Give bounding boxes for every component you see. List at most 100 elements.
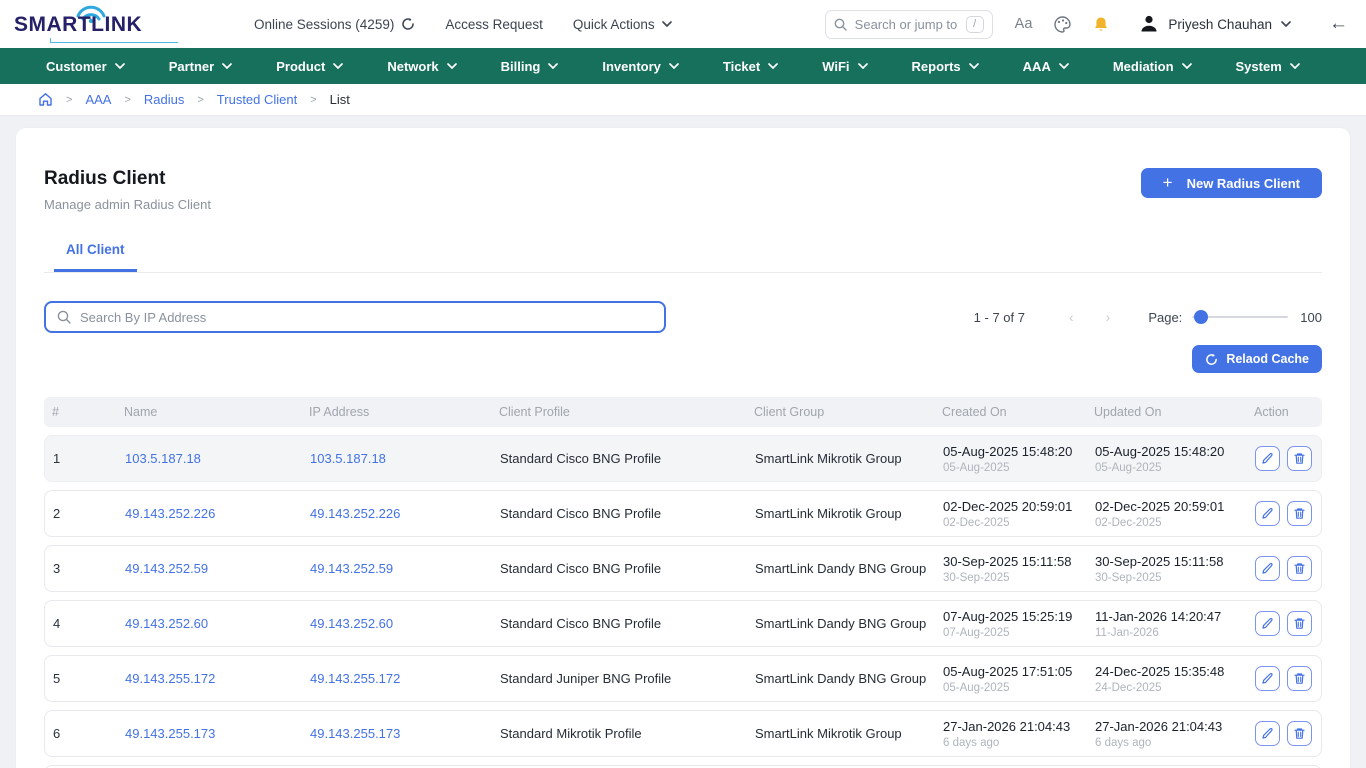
chevron-down-icon [768, 63, 778, 69]
created-on: 30-Sep-2025 15:11:58 30-Sep-2025 [935, 554, 1087, 584]
nav-item-ticket[interactable]: Ticket [705, 48, 796, 84]
refresh-icon[interactable] [401, 17, 415, 31]
slider-thumb[interactable] [1194, 310, 1208, 324]
pencil-icon [1261, 672, 1274, 685]
avatar-icon [1139, 14, 1159, 34]
client-ip-link[interactable]: 49.143.252.60 [302, 616, 492, 631]
user-name: Priyesh Chauhan [1168, 17, 1272, 32]
client-group: SmartLink Dandy BNG Group [747, 561, 935, 576]
notifications-bell-icon[interactable] [1093, 16, 1109, 33]
next-page-button[interactable]: › [1090, 309, 1127, 325]
updated-on: 27-Jan-2026 21:04:43 6 days ago [1087, 719, 1247, 749]
col-header-num: # [44, 405, 116, 419]
edit-button[interactable] [1255, 611, 1280, 636]
edit-button[interactable] [1255, 666, 1280, 691]
nav-item-reports[interactable]: Reports [894, 48, 997, 84]
tab-bar: All Client [44, 242, 1322, 273]
radius-client-card: Radius Client Manage admin Radius Client… [16, 128, 1350, 768]
delete-button[interactable] [1287, 446, 1312, 471]
delete-button[interactable] [1287, 556, 1312, 581]
chevron-down-icon [969, 63, 979, 69]
global-search-input[interactable]: Search or jump to... / [825, 10, 993, 39]
client-ip-link[interactable]: 49.143.252.59 [302, 561, 492, 576]
created-on: 05-Aug-2025 17:51:05 05-Aug-2025 [935, 664, 1087, 694]
breadcrumb-radius[interactable]: Radius [144, 92, 184, 107]
client-group: SmartLink Dandy BNG Group [747, 671, 935, 686]
new-radius-client-button[interactable]: + New Radius Client [1141, 168, 1322, 198]
client-ip-link[interactable]: 49.143.252.226 [302, 506, 492, 521]
back-arrow-button[interactable]: ← [1329, 13, 1348, 35]
edit-button[interactable] [1255, 721, 1280, 746]
pencil-icon [1261, 507, 1274, 520]
client-profile: Standard Cisco BNG Profile [492, 561, 747, 576]
page-size-slider[interactable] [1192, 310, 1288, 324]
nav-item-product[interactable]: Product [258, 48, 361, 84]
quick-actions[interactable]: Quick Actions [573, 17, 672, 32]
access-request-label: Access Request [445, 17, 543, 32]
nav-item-customer[interactable]: Customer [28, 48, 143, 84]
chevron-down-icon [222, 63, 232, 69]
online-sessions-label: Online Sessions (4259) [254, 17, 394, 32]
chevron-down-icon [333, 63, 343, 69]
client-name-link[interactable]: 49.143.252.59 [117, 561, 302, 576]
delete-button[interactable] [1287, 611, 1312, 636]
user-menu[interactable]: Priyesh Chauhan [1139, 14, 1291, 34]
client-name-link[interactable]: 103.5.187.18 [117, 451, 302, 466]
chevron-down-icon [662, 21, 672, 27]
breadcrumb-aaa[interactable]: AAA [85, 92, 111, 107]
client-group: SmartLink Mikrotik Group [747, 726, 935, 741]
access-request[interactable]: Access Request [445, 17, 543, 32]
nav-item-billing[interactable]: Billing [483, 48, 577, 84]
nav-item-aaa[interactable]: AAA [1005, 48, 1087, 84]
breadcrumb-trusted-client[interactable]: Trusted Client [217, 92, 297, 107]
client-name-link[interactable]: 49.143.255.173 [117, 726, 302, 741]
ip-search-input[interactable]: Search By IP Address [44, 301, 666, 333]
table-body: 1 103.5.187.18 103.5.187.18 Standard Cis… [44, 435, 1322, 768]
nav-item-network[interactable]: Network [369, 48, 474, 84]
breadcrumb-separator: > [124, 94, 130, 106]
delete-button[interactable] [1287, 666, 1312, 691]
top-header: SMARTLINK Online Sessions (4259) Access … [0, 0, 1366, 48]
col-header-created: Created On [934, 405, 1086, 419]
delete-button[interactable] [1287, 501, 1312, 526]
online-sessions[interactable]: Online Sessions (4259) [254, 17, 415, 32]
trash-icon [1293, 672, 1306, 685]
nav-item-partner[interactable]: Partner [151, 48, 251, 84]
trash-icon [1293, 507, 1306, 520]
breadcrumb-separator: > [197, 94, 203, 106]
page-title: Radius Client [44, 168, 211, 190]
nav-item-mediation[interactable]: Mediation [1095, 48, 1210, 84]
created-on: 02-Dec-2025 20:59:01 02-Dec-2025 [935, 499, 1087, 529]
client-ip-link[interactable]: 49.143.255.172 [302, 671, 492, 686]
nav-item-inventory[interactable]: Inventory [584, 48, 697, 84]
delete-button[interactable] [1287, 721, 1312, 746]
nav-item-system[interactable]: System [1218, 48, 1318, 84]
pagination-range: 1 - 7 of 7 [974, 310, 1025, 325]
nav-item-wifi[interactable]: WiFi [804, 48, 885, 84]
client-ip-link[interactable]: 103.5.187.18 [302, 451, 492, 466]
chevron-down-icon [447, 63, 457, 69]
client-ip-link[interactable]: 49.143.255.173 [302, 726, 492, 741]
reload-cache-button[interactable]: Relaod Cache [1192, 345, 1322, 373]
smartlink-logo[interactable]: SMARTLINK [14, 4, 210, 44]
client-name-link[interactable]: 49.143.252.226 [117, 506, 302, 521]
home-icon[interactable] [38, 92, 53, 107]
created-on: 07-Aug-2025 15:25:19 07-Aug-2025 [935, 609, 1087, 639]
client-name-link[interactable]: 49.143.252.60 [117, 616, 302, 631]
edit-button[interactable] [1255, 556, 1280, 581]
updated-on: 02-Dec-2025 20:59:01 02-Dec-2025 [1087, 499, 1247, 529]
edit-button[interactable] [1255, 446, 1280, 471]
reload-cache-label: Relaod Cache [1226, 352, 1309, 366]
pagination: 1 - 7 of 7 ‹ › Page: 100 [974, 309, 1322, 325]
edit-button[interactable] [1255, 501, 1280, 526]
table-header: # Name IP Address Client Profile Client … [44, 397, 1322, 427]
text-size-button[interactable]: Aa [1015, 16, 1033, 32]
theme-palette-icon[interactable] [1054, 16, 1071, 33]
col-header-profile: Client Profile [491, 405, 746, 419]
table-row: 5 49.143.255.172 49.143.255.172 Standard… [44, 655, 1322, 702]
chevron-down-icon [1281, 21, 1291, 27]
client-name-link[interactable]: 49.143.255.172 [117, 671, 302, 686]
prev-page-button[interactable]: ‹ [1053, 309, 1090, 325]
row-number: 2 [45, 506, 117, 521]
tab-all-client[interactable]: All Client [54, 242, 137, 272]
